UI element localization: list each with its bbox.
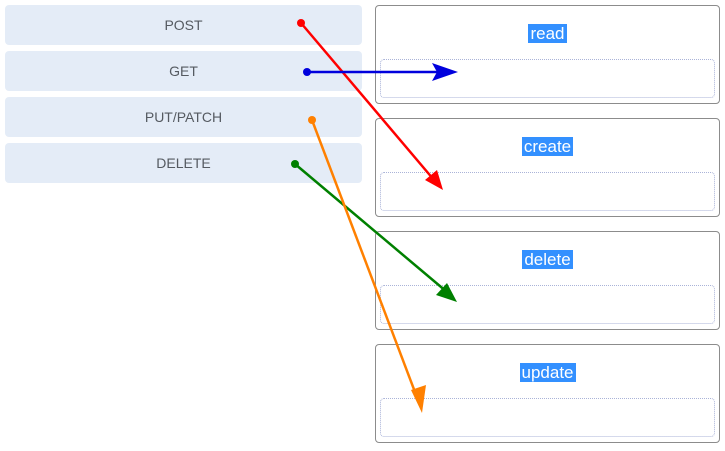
drag-item-label: PUT/PATCH — [144, 109, 223, 125]
drag-item-post[interactable]: POST — [5, 5, 362, 45]
target-label: read — [528, 24, 567, 43]
drop-zone-read[interactable] — [380, 59, 715, 98]
drag-item-label: DELETE — [156, 155, 211, 171]
drag-item-delete[interactable]: DELETE — [5, 143, 362, 183]
drag-item-label: POST — [164, 17, 203, 33]
target-box-read: read — [375, 5, 720, 104]
drop-zone-delete[interactable] — [380, 285, 715, 324]
target-label: update — [519, 363, 576, 382]
target-label: create — [521, 137, 574, 156]
target-box-delete: delete — [375, 231, 720, 330]
target-label: delete — [522, 250, 573, 269]
drop-zone-create[interactable] — [380, 172, 715, 211]
matching-exercise: POST GET PUT/PATCH DELETE read create de… — [0, 0, 725, 451]
drag-item-get[interactable]: GET — [5, 51, 362, 91]
target-box-update: update — [375, 344, 720, 443]
drag-item-label: GET — [169, 63, 198, 79]
target-box-create: create — [375, 118, 720, 217]
drop-zone-update[interactable] — [380, 398, 715, 437]
drag-item-put-patch[interactable]: PUT/PATCH — [5, 97, 362, 137]
